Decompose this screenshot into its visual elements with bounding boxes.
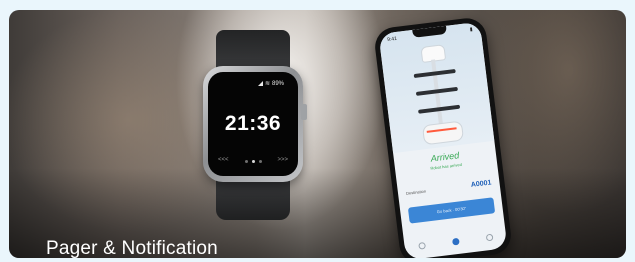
destination-label: Destination	[405, 188, 427, 196]
phone-battery-icon: ▮	[469, 26, 474, 33]
card-caption: Pager & Notification	[46, 238, 218, 258]
nav-home-icon[interactable]	[417, 241, 426, 250]
page-dot	[245, 160, 248, 163]
watch-page-nav: <<< >>>	[208, 157, 298, 167]
watch-crown	[301, 104, 307, 120]
page-dot-active	[252, 160, 255, 163]
chevron-left-icon: <<<	[218, 157, 229, 163]
frame: ≋ 89% 21:36 <<< >>> 9:41 ▮ Arrived Robot…	[0, 0, 635, 262]
smartphone: 9:41 ▮ Arrived Robot has arrived Destina…	[372, 16, 514, 258]
watch-battery-text: 89%	[271, 80, 284, 87]
signal-icon	[257, 81, 263, 86]
destination-row: Destination A0001	[406, 179, 492, 196]
nav-notification-icon[interactable]	[451, 237, 460, 246]
robot-base	[421, 120, 465, 146]
watch-screen: ≋ 89% 21:36 <<< >>>	[208, 72, 298, 176]
feature-card[interactable]: ≋ 89% 21:36 <<< >>> 9:41 ▮ Arrived Robot…	[9, 10, 626, 258]
delivery-robot-image	[406, 43, 468, 146]
watch-status-bar: ≋ 89%	[257, 80, 284, 87]
robot-hero: 9:41 ▮	[378, 21, 495, 154]
watch-time: 21:36	[224, 112, 282, 135]
phone-status-time: 9:41	[386, 35, 398, 44]
watch-strap-bottom	[216, 176, 290, 220]
smartwatch: ≋ 89% 21:36 <<< >>>	[199, 30, 307, 220]
chevron-right-icon: >>>	[277, 157, 288, 163]
nav-profile-icon[interactable]	[485, 233, 493, 242]
page-indicator	[245, 160, 262, 163]
wifi-icon: ≋	[264, 81, 270, 87]
go-back-button[interactable]: Go back · 00'30"	[407, 197, 496, 224]
destination-code: A0001	[470, 179, 492, 189]
page-dot	[259, 160, 262, 163]
